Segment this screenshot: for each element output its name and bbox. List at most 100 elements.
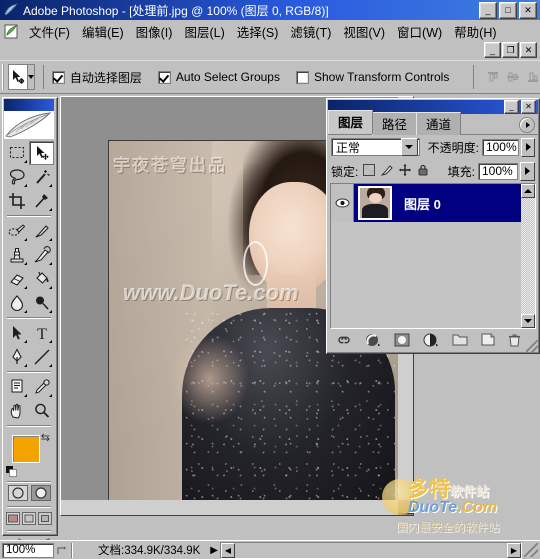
- auto-select-groups-label: Auto Select Groups: [175, 70, 280, 84]
- tool-grid: T ⇆: [4, 141, 54, 558]
- align-top-edges-icon[interactable]: [486, 70, 500, 84]
- tab-channels[interactable]: 通道: [416, 112, 462, 135]
- foreground-color-swatch[interactable]: [12, 435, 40, 463]
- brush-tool-icon[interactable]: [29, 219, 54, 243]
- menu-layer[interactable]: 图层(L): [178, 20, 230, 43]
- status-info-menu-arrow[interactable]: ▶: [210, 545, 218, 556]
- lasso-tool-icon[interactable]: [4, 165, 29, 189]
- layers-palette-footer: [330, 331, 536, 351]
- new-group-icon[interactable]: [452, 333, 468, 349]
- window-resize-grip[interactable]: [524, 543, 538, 557]
- standard-screen-mode-icon[interactable]: [6, 512, 20, 528]
- eyedropper-tool-icon[interactable]: [29, 375, 54, 399]
- lock-all-icon[interactable]: [417, 164, 429, 179]
- lock-position-icon[interactable]: [399, 163, 412, 179]
- tab-paths[interactable]: 路径: [372, 112, 418, 135]
- default-colors-icon[interactable]: [6, 466, 17, 477]
- blend-mode-select[interactable]: 正常: [331, 138, 420, 156]
- history-brush-tool-icon[interactable]: [29, 243, 54, 267]
- auto-select-layer-checkbox[interactable]: [51, 70, 65, 84]
- move-tool-icon[interactable]: [29, 141, 54, 165]
- type-tool-icon[interactable]: T: [29, 321, 54, 345]
- child-close-button[interactable]: ✕: [520, 42, 537, 58]
- palette-resize-grip[interactable]: [526, 340, 538, 352]
- path-selection-tool-icon[interactable]: [4, 321, 29, 345]
- scroll-up-arrow-icon[interactable]: [521, 184, 535, 198]
- tool-preset-dropdown[interactable]: [27, 64, 36, 90]
- menu-edit[interactable]: 编辑(E): [76, 20, 130, 43]
- align-bottom-edges-icon[interactable]: [526, 70, 540, 84]
- lock-transparent-pixels-icon[interactable]: [363, 163, 376, 179]
- clone-stamp-tool-icon[interactable]: [4, 243, 29, 267]
- chevron-down-icon[interactable]: [400, 138, 418, 156]
- menu-select[interactable]: 选择(S): [231, 20, 285, 43]
- table-row[interactable]: 图层 0: [331, 184, 535, 222]
- menu-view[interactable]: 视图(V): [337, 20, 391, 43]
- palette-menu-icon[interactable]: [519, 117, 535, 133]
- new-adjustment-layer-icon[interactable]: [423, 333, 439, 350]
- link-layers-icon[interactable]: [336, 334, 352, 349]
- swap-colors-icon[interactable]: ⇆: [41, 431, 50, 444]
- new-layer-icon[interactable]: [481, 333, 495, 349]
- options-bar-gripper[interactable]: [2, 64, 5, 90]
- menu-help[interactable]: 帮助(H): [448, 20, 502, 43]
- auto-select-groups-checkbox[interactable]: [157, 70, 171, 84]
- healing-brush-tool-icon[interactable]: [4, 219, 29, 243]
- move-tool-icon[interactable]: [8, 64, 28, 90]
- zoom-level-input[interactable]: 100%: [2, 542, 54, 558]
- toolbox-title-bar[interactable]: [4, 99, 54, 111]
- palette-close-button[interactable]: ✕: [521, 100, 536, 114]
- auto-select-layer-option[interactable]: 自动选择图层: [51, 69, 142, 86]
- align-vertical-centers-icon[interactable]: [506, 70, 520, 84]
- layers-list-scrollbar[interactable]: [521, 184, 535, 328]
- full-screen-with-menubar-icon[interactable]: [22, 512, 36, 528]
- opacity-slider-arrow-icon[interactable]: [521, 137, 536, 157]
- show-transform-controls-checkbox[interactable]: [295, 70, 309, 84]
- blur-tool-icon[interactable]: [4, 291, 29, 315]
- document-horizontal-scrollbar[interactable]: [61, 500, 398, 515]
- menu-window[interactable]: 窗口(W): [391, 20, 448, 43]
- menu-image[interactable]: 图像(I): [130, 20, 179, 43]
- show-transform-controls-label: Show Transform Controls: [313, 70, 450, 84]
- dodge-tool-icon[interactable]: [29, 291, 54, 315]
- quick-mask-mode-icon[interactable]: [30, 485, 51, 504]
- menu-filter[interactable]: 滤镜(T): [284, 20, 337, 43]
- scroll-right-button[interactable]: ▶: [507, 542, 521, 558]
- feather-logo-icon: [4, 111, 54, 139]
- opacity-input[interactable]: 100%: [481, 138, 520, 156]
- layer-thumbnail[interactable]: [358, 186, 392, 220]
- slice-tool-icon[interactable]: [29, 189, 54, 213]
- marquee-tool-icon[interactable]: [4, 141, 29, 165]
- document-size-info: 文档:334.9K/334.9K: [98, 545, 201, 557]
- eye-icon[interactable]: [331, 184, 354, 222]
- layer-style-icon[interactable]: [365, 333, 381, 350]
- magic-wand-tool-icon[interactable]: [29, 165, 54, 189]
- crop-tool-icon[interactable]: [4, 189, 29, 213]
- auto-select-groups-option[interactable]: Auto Select Groups: [157, 70, 280, 84]
- lock-image-pixels-icon[interactable]: [380, 164, 394, 179]
- child-restore-button[interactable]: ❐: [502, 42, 519, 58]
- full-screen-mode-icon[interactable]: [38, 512, 52, 528]
- paint-bucket-tool-icon[interactable]: [29, 267, 54, 291]
- scroll-left-button[interactable]: ◀: [221, 542, 235, 558]
- delete-layer-icon[interactable]: [508, 333, 521, 350]
- layer-mask-icon[interactable]: [394, 333, 410, 350]
- hand-tool-icon[interactable]: [4, 399, 29, 423]
- zoom-tool-icon[interactable]: [29, 399, 54, 423]
- eraser-tool-icon[interactable]: [4, 267, 29, 291]
- line-tool-icon[interactable]: [29, 345, 54, 369]
- palette-minimize-button[interactable]: _: [504, 100, 519, 114]
- scroll-down-arrow-icon[interactable]: [521, 314, 535, 328]
- fill-input[interactable]: 100%: [478, 162, 518, 180]
- tab-layers[interactable]: 图层: [328, 110, 374, 134]
- minimize-button[interactable]: _: [479, 1, 497, 19]
- show-transform-controls-option[interactable]: Show Transform Controls: [295, 70, 450, 84]
- menu-file[interactable]: 文件(F): [23, 20, 76, 43]
- notes-tool-icon[interactable]: [4, 375, 29, 399]
- standard-mode-icon[interactable]: [7, 485, 28, 504]
- maximize-button[interactable]: □: [499, 1, 517, 19]
- pen-tool-icon[interactable]: [4, 345, 29, 369]
- child-minimize-button[interactable]: _: [484, 42, 501, 58]
- close-button[interactable]: ✕: [519, 1, 537, 19]
- fill-slider-arrow-icon[interactable]: [520, 161, 535, 181]
